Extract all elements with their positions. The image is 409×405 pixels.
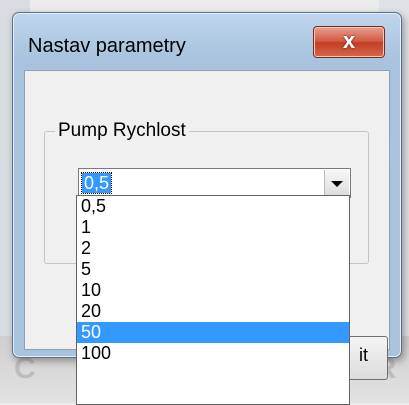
list-item[interactable]: 5 <box>77 259 349 280</box>
combobox-selected-value: 0,5 <box>80 172 113 194</box>
dropdown-button[interactable] <box>324 170 349 196</box>
close-button[interactable]: x <box>313 26 385 58</box>
list-item[interactable]: 100 <box>77 343 349 364</box>
list-item[interactable]: 20 <box>77 301 349 322</box>
button-label-fragment: it <box>359 345 368 365</box>
list-item-highlighted[interactable]: 50 <box>77 322 349 343</box>
speed-combobox[interactable]: 0,5 <box>78 168 351 198</box>
list-item[interactable]: 10 <box>77 280 349 301</box>
close-icon: x <box>342 28 356 53</box>
list-item[interactable]: 1 <box>77 217 349 238</box>
group-label: Pump Rychlost <box>55 120 189 142</box>
dialog-title: Nastav parametry <box>28 35 186 57</box>
chevron-down-icon <box>331 181 343 187</box>
dropdown-list[interactable]: 0,5 1 2 5 10 20 50 100 <box>76 195 350 405</box>
list-item[interactable]: 0,5 <box>77 196 349 217</box>
list-item[interactable]: 2 <box>77 238 349 259</box>
